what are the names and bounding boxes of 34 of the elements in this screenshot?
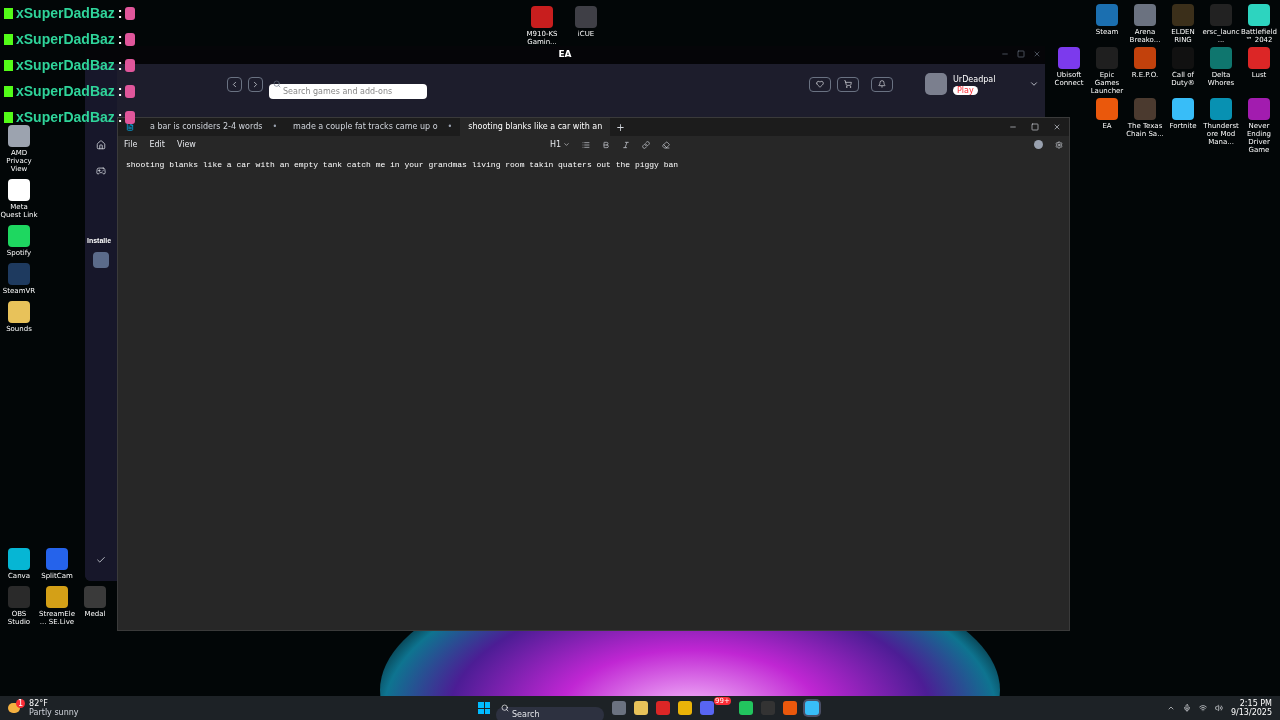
menu-item[interactable]: View [176,138,196,151]
tab-label: a bar is considers 2-4 words [150,121,263,133]
search-field[interactable]: Search games and add-ons [269,83,427,99]
menu-item[interactable]: Edit [149,138,165,151]
tab[interactable]: shooting blanks like a car with an [460,118,611,136]
chat-username: xSuperDadBaz [16,83,115,99]
window-title: EA [558,48,572,62]
tab-label: shooting blanks like a car with an [468,121,603,133]
chat-separator: : [117,31,123,47]
chat-separator: : [117,5,123,21]
new-tab-button[interactable]: + [610,119,631,135]
chat-username: xSuperDadBaz [16,57,115,73]
search-field[interactable]: Search [496,706,604,720]
chat-username: xSuperDadBaz [16,31,115,47]
heading-dropdown[interactable]: H1 [549,138,570,151]
chat-separator: : [117,109,123,125]
status-badge: Play [953,85,978,95]
weather-condition: Partly sunny [29,708,79,717]
tab-label: made a couple fat tracks came up o [293,121,438,133]
document-text[interactable]: shooting blanks like a car with an empty tank catch me in your grandmas living room takin quaters out the piggy ban [126,159,1061,171]
unsaved-marker: • [272,121,278,133]
tab[interactable]: a bar is considers 2-4 words • [142,118,286,136]
clock-time[interactable]: 2:15 PM [1239,699,1272,708]
chat-username: xSuperDadBaz [16,5,115,21]
clock-date[interactable]: 9/13/2025 [1230,708,1272,717]
menu-item[interactable]: File [124,138,138,151]
chat-separator: : [117,57,123,73]
unsaved-marker: • [447,121,453,133]
temperature: 82°F [29,699,49,708]
chat-username: xSuperDadBaz [16,109,115,125]
user-name: UrDeadpal [953,73,996,86]
chat-separator: : [117,83,123,99]
notification-badge: 1 [16,698,26,708]
tab[interactable]: made a couple fat tracks came up o • [285,118,461,136]
